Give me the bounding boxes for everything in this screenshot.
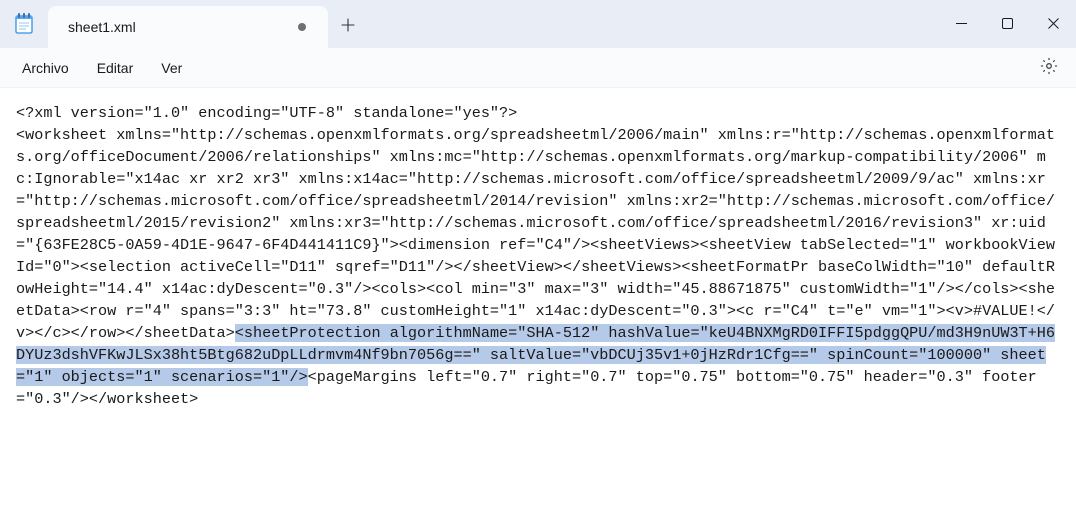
editor-content[interactable]: <?xml version="1.0" encoding="UTF-8" sta… — [0, 88, 1076, 426]
close-icon — [1048, 16, 1059, 32]
plus-icon — [341, 18, 355, 37]
tab-title: sheet1.xml — [68, 19, 286, 35]
maximize-icon — [1002, 16, 1013, 32]
app-icon-wrap — [0, 0, 48, 48]
menubar: Archivo Editar Ver — [0, 48, 1076, 88]
titlebar: sheet1.xml — [0, 0, 1076, 48]
xml-text-pre: <?xml version="1.0" encoding="UTF-8" sta… — [16, 104, 1055, 342]
minimize-button[interactable] — [938, 0, 984, 48]
settings-button[interactable] — [1030, 51, 1068, 84]
menu-file[interactable]: Archivo — [8, 54, 83, 82]
maximize-button[interactable] — [984, 0, 1030, 48]
close-button[interactable] — [1030, 0, 1076, 48]
unsaved-indicator — [298, 23, 306, 31]
menu-view[interactable]: Ver — [147, 54, 196, 82]
window-controls — [938, 0, 1076, 48]
menu-edit[interactable]: Editar — [83, 54, 148, 82]
minimize-icon — [956, 16, 967, 32]
notepad-icon — [15, 12, 33, 37]
tab-sheet1[interactable]: sheet1.xml — [48, 6, 328, 48]
titlebar-spacer — [368, 0, 938, 48]
gear-icon — [1040, 62, 1058, 78]
new-tab-button[interactable] — [328, 6, 368, 48]
